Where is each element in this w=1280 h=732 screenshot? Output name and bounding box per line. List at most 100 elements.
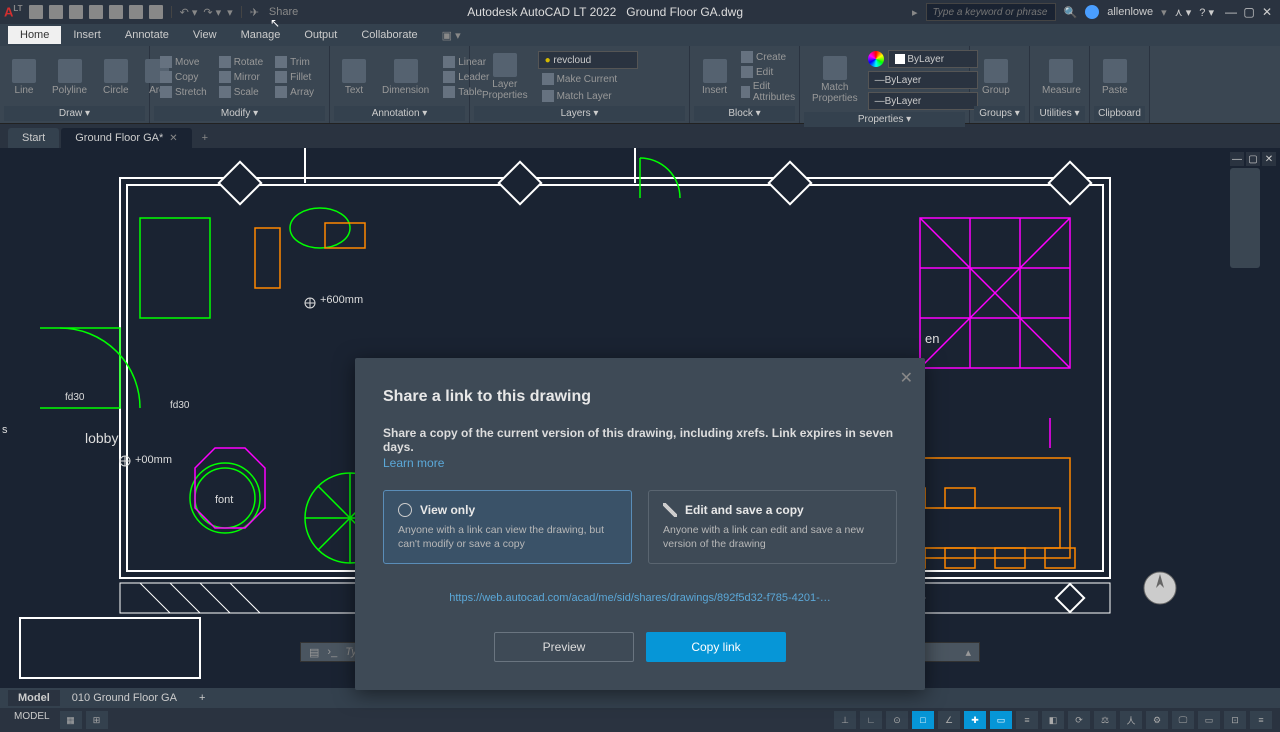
- sb-osnap-icon[interactable]: □: [912, 711, 934, 729]
- tab-overflow-icon[interactable]: ▣ ▾: [442, 29, 461, 42]
- copy-link-button[interactable]: Copy link: [646, 632, 786, 662]
- web-save-icon[interactable]: [129, 5, 143, 19]
- maximize-button[interactable]: ▢: [1240, 3, 1258, 21]
- stretch-button[interactable]: Stretch: [156, 85, 211, 99]
- match-layer-button[interactable]: Match Layer: [538, 89, 638, 103]
- sb-units-icon[interactable]: ▭: [1198, 711, 1220, 729]
- web-open-icon[interactable]: [109, 5, 123, 19]
- tab-home[interactable]: Home: [8, 26, 61, 44]
- make-current-button[interactable]: Make Current: [538, 72, 638, 86]
- cmd-history-icon[interactable]: ▤: [309, 646, 319, 659]
- sb-otrack-icon[interactable]: ✚: [964, 711, 986, 729]
- plot-icon[interactable]: [149, 5, 163, 19]
- preview-button[interactable]: Preview: [494, 632, 634, 662]
- tab-insert[interactable]: Insert: [61, 26, 113, 44]
- panel-title-draw[interactable]: Draw ▾: [4, 106, 145, 121]
- panel-title-block[interactable]: Block ▾: [694, 106, 795, 121]
- layer-selector[interactable]: ● revcloud: [538, 51, 638, 69]
- fillet-button[interactable]: Fillet: [271, 70, 318, 84]
- doc-minimize-button[interactable]: —: [1230, 152, 1244, 166]
- file-tab-doc[interactable]: Ground Floor GA*✕: [61, 128, 191, 148]
- line-button[interactable]: Line: [6, 57, 42, 98]
- user-avatar-icon[interactable]: [1085, 5, 1099, 19]
- color-wheel-icon[interactable]: [868, 51, 884, 67]
- tab-manage[interactable]: Manage: [229, 26, 293, 44]
- sb-3dosnap-icon[interactable]: ∠: [938, 711, 960, 729]
- layer-properties-button[interactable]: Layer Properties: [476, 51, 534, 103]
- tab-view[interactable]: View: [181, 26, 229, 44]
- array-button[interactable]: Array: [271, 85, 318, 99]
- dialog-close-button[interactable]: ✕: [900, 368, 913, 388]
- title-arrow-icon[interactable]: ▸: [912, 6, 918, 19]
- insert-button[interactable]: Insert: [696, 57, 733, 98]
- rotate-button[interactable]: Rotate: [215, 55, 267, 69]
- sb-model[interactable]: MODEL: [8, 711, 56, 729]
- sb-ws-icon[interactable]: ⚙: [1146, 711, 1168, 729]
- autodesk-icon[interactable]: ⋏ ▾: [1175, 6, 1192, 19]
- user-name[interactable]: allenlowe: [1107, 6, 1153, 18]
- sb-dyn-icon[interactable]: ▭: [990, 711, 1012, 729]
- sb-qprop-icon[interactable]: ⊡: [1224, 711, 1246, 729]
- color-selector[interactable]: ByLayer: [888, 50, 978, 68]
- panel-title-utilities[interactable]: Utilities ▾: [1034, 106, 1085, 121]
- dimension-button[interactable]: Dimension: [376, 57, 435, 98]
- search-input[interactable]: [926, 3, 1056, 21]
- sb-transparency-icon[interactable]: ◧: [1042, 711, 1064, 729]
- panel-title-layers[interactable]: Layers ▾: [474, 106, 685, 121]
- option-view-only[interactable]: View only Anyone with a link can view th…: [383, 490, 632, 564]
- linetype-selector[interactable]: — ByLayer: [868, 71, 978, 89]
- new-tab-button[interactable]: +: [194, 128, 216, 148]
- share-url[interactable]: https://web.autocad.com/acad/me/sid/shar…: [383, 592, 897, 604]
- qat-dropdown-icon[interactable]: ▾: [227, 6, 233, 19]
- panel-title-annotation[interactable]: Annotation ▾: [334, 106, 465, 121]
- app-logo[interactable]: ALT: [4, 4, 23, 19]
- new-icon[interactable]: [29, 5, 43, 19]
- redo-icon[interactable]: ↷ ▾: [203, 6, 221, 19]
- trim-button[interactable]: Trim: [271, 55, 318, 69]
- edit-block-button[interactable]: Edit: [737, 65, 802, 79]
- measure-button[interactable]: Measure: [1036, 57, 1087, 98]
- match-properties-button[interactable]: Match Properties: [806, 54, 864, 106]
- paste-button[interactable]: Paste: [1096, 57, 1134, 98]
- sb-monitor-icon[interactable]: 🖵: [1172, 711, 1194, 729]
- tab-annotate[interactable]: Annotate: [113, 26, 181, 44]
- option-edit-copy[interactable]: Edit and save a copy Anyone with a link …: [648, 490, 897, 564]
- drawing-canvas[interactable]: — ▢ ✕: [0, 148, 1280, 688]
- sb-cycling-icon[interactable]: ⟳: [1068, 711, 1090, 729]
- learn-more-link[interactable]: Learn more: [383, 456, 444, 470]
- copy-button[interactable]: Copy: [156, 70, 211, 84]
- nav-compass-icon[interactable]: [1140, 568, 1180, 608]
- text-button[interactable]: Text: [336, 57, 372, 98]
- sb-grid-icon[interactable]: ▦: [60, 711, 82, 729]
- sb-lwt-icon[interactable]: ≡: [1016, 711, 1038, 729]
- sb-annoscale-icon[interactable]: ⚖: [1094, 711, 1116, 729]
- cmd-recent-icon[interactable]: ▴: [965, 646, 971, 659]
- layout-tab-1[interactable]: 010 Ground Floor GA: [62, 690, 187, 706]
- sb-scale-icon[interactable]: 人: [1120, 711, 1142, 729]
- viewcube[interactable]: [1230, 168, 1260, 268]
- doc-restore-button[interactable]: ▢: [1246, 152, 1260, 166]
- sb-snap-icon[interactable]: ⊞: [86, 711, 108, 729]
- save-icon[interactable]: [69, 5, 83, 19]
- file-tab-start[interactable]: Start: [8, 128, 59, 148]
- group-button[interactable]: Group: [976, 57, 1016, 98]
- circle-button[interactable]: Circle: [97, 57, 135, 98]
- move-button[interactable]: Move: [156, 55, 211, 69]
- create-block-button[interactable]: Create: [737, 50, 802, 64]
- mirror-button[interactable]: Mirror: [215, 70, 267, 84]
- search-icon[interactable]: 🔍: [1064, 6, 1078, 19]
- doc-close-button[interactable]: ✕: [1262, 152, 1276, 166]
- close-button[interactable]: ✕: [1258, 3, 1276, 21]
- help-icon[interactable]: ? ▾: [1199, 6, 1214, 19]
- lineweight-selector[interactable]: — ByLayer: [868, 92, 978, 110]
- tab-output[interactable]: Output: [292, 26, 349, 44]
- undo-icon[interactable]: ↶ ▾: [180, 6, 198, 19]
- sb-polar-icon[interactable]: ⊙: [886, 711, 908, 729]
- polyline-button[interactable]: Polyline: [46, 57, 93, 98]
- layout-tab-add[interactable]: +: [189, 690, 215, 706]
- panel-title-groups[interactable]: Groups ▾: [974, 106, 1025, 121]
- open-icon[interactable]: [49, 5, 63, 19]
- tab-close-icon[interactable]: ✕: [169, 133, 177, 144]
- panel-title-properties[interactable]: Properties ▾: [804, 112, 965, 127]
- share-icon[interactable]: ✈: [250, 6, 259, 19]
